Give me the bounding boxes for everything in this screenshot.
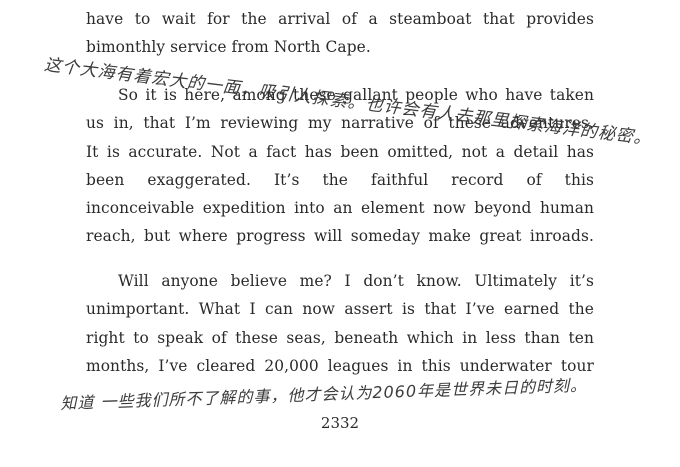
text-line: months, I’ve cleared 20,000 leagues in t… bbox=[86, 356, 594, 375]
text-line: It is accurate. Not a fact has been omit… bbox=[86, 142, 594, 161]
text-line: So it is here, among these gallant peopl… bbox=[118, 86, 594, 104]
page-number: 2332 bbox=[320, 414, 360, 432]
paragraph-3: Will anyone believe me? I don’t know. Ul… bbox=[86, 267, 594, 380]
paragraph-1: have to wait for the arrival of a steamb… bbox=[86, 5, 594, 62]
text-line: bimonthly service from North Cape. bbox=[86, 38, 371, 57]
document-page: have to wait for the arrival of a steamb… bbox=[0, 0, 680, 467]
text-line: us in, that I’m reviewing my narrative o… bbox=[86, 114, 594, 133]
text-line: Will anyone believe me? I don’t know. Ul… bbox=[118, 272, 594, 290]
text-line: inconceivable expedition into an element… bbox=[86, 199, 594, 218]
paragraph-2: So it is here, among these gallant peopl… bbox=[86, 81, 594, 251]
text-line: been exaggerated. It’s the faithful reco… bbox=[86, 170, 594, 189]
text-line: have to wait for the arrival of a steamb… bbox=[86, 10, 594, 28]
text-line: reach, but where progress will someday m… bbox=[86, 227, 594, 246]
text-line: right to speak of these seas, beneath wh… bbox=[86, 328, 594, 347]
text-line: unimportant. What I can now assert is th… bbox=[86, 300, 594, 319]
